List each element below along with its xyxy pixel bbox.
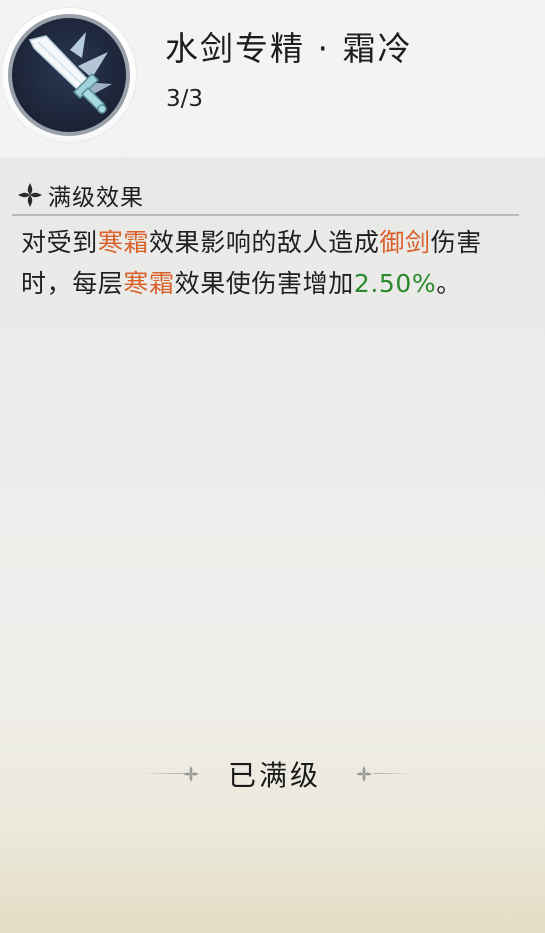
keyword-highlight: 寒霜 [97,228,150,257]
skill-title: 水剑专精 · 霜冷 [165,29,413,68]
ice-sword-icon [12,18,126,132]
keyword-highlight: 御剑 [379,228,431,257]
description-text: 。 [436,269,462,298]
description-text: 效果影响的敌人造成 [149,228,380,257]
effect-description: 对受到寒霜效果影响的敌人造成御剑伤害时，每层寒霜效果使伤害增加2.50%。 [21,222,515,304]
divider-line-left [143,773,183,774]
section-title: 满级效果 [48,185,144,211]
keyword-highlight: 寒霜 [123,269,175,298]
divider-line-right [374,773,414,774]
skill-header: 水剑专精 · 霜冷 3/3 [0,0,545,157]
ornament-left-icon [183,766,199,782]
four-petal-ornament-icon [18,183,42,207]
description-text: 效果使伤害增加 [174,269,354,298]
description-text: 对受到 [21,228,98,257]
max-level-status: 已满级 [0,752,545,796]
section-header: 满级效果 [12,176,519,216]
skill-icon-frame [2,8,136,142]
value-highlight: 2.50% [353,269,437,298]
status-text: 已满级 [228,759,322,792]
ornament-right-icon [356,766,372,782]
skill-level: 3/3 [166,86,204,112]
